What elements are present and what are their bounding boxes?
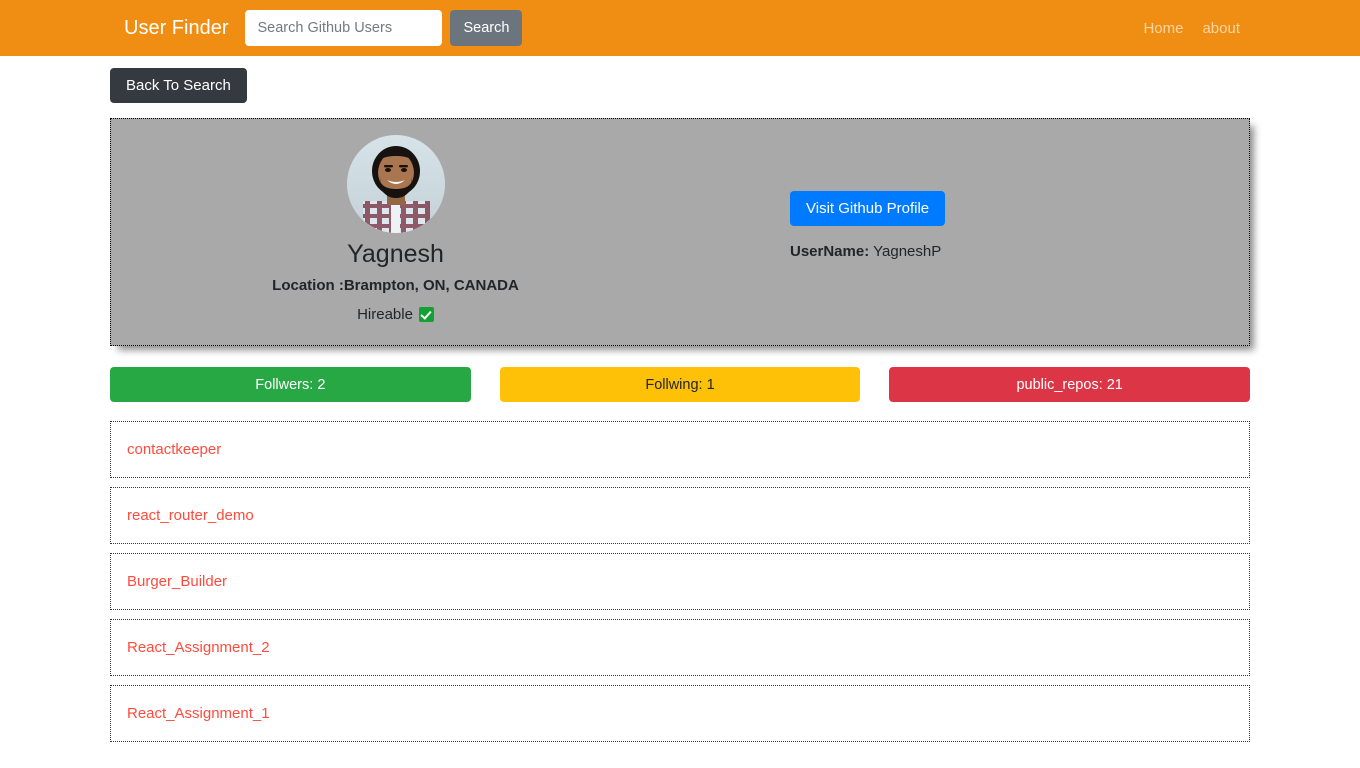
avatar-image bbox=[346, 135, 445, 233]
hireable-label: Hireable bbox=[357, 306, 413, 323]
stats-row: Follwers: 2 Follwing: 1 public_repos: 21 bbox=[110, 367, 1251, 402]
repo-card[interactable]: React_Assignment_2 bbox=[110, 619, 1250, 676]
repo-link[interactable]: Burger_Builder bbox=[127, 573, 227, 590]
repo-link[interactable]: React_Assignment_2 bbox=[127, 639, 270, 656]
profile-card: Yagnesh Location :Brampton, ON, CANADA H… bbox=[110, 118, 1250, 346]
profile-location: Location :Brampton, ON, CANADA bbox=[272, 277, 519, 294]
repo-link[interactable]: react_router_demo bbox=[127, 507, 254, 524]
nav-link-about[interactable]: about bbox=[1202, 20, 1240, 37]
visit-github-profile-button[interactable]: Visit Github Profile bbox=[790, 191, 946, 226]
repo-list: contactkeeper react_router_demo Burger_B… bbox=[110, 421, 1250, 742]
stat-followers: Follwers: 2 bbox=[110, 367, 471, 402]
nav-link-home[interactable]: Home bbox=[1143, 20, 1183, 37]
repo-link[interactable]: React_Assignment_1 bbox=[127, 705, 270, 722]
profile-details: Visit Github Profile UserName: YagneshP bbox=[680, 119, 1249, 345]
stat-following: Follwing: 1 bbox=[499, 367, 861, 402]
profile-name: Yagnesh bbox=[347, 240, 444, 268]
main-container: Back To Search Yagnesh Location:Brampto… bbox=[0, 56, 1360, 742]
nav-links: Home about bbox=[1143, 20, 1240, 37]
repo-card[interactable]: react_router_demo bbox=[110, 487, 1250, 544]
repo-card[interactable]: contactkeeper bbox=[110, 421, 1250, 478]
search-form: Search bbox=[245, 10, 523, 46]
username-label: UserName: bbox=[790, 243, 870, 260]
repo-card[interactable]: Burger_Builder bbox=[110, 553, 1250, 610]
hireable-row: Hireable bbox=[357, 306, 434, 323]
search-button[interactable]: Search bbox=[450, 10, 523, 46]
repo-link[interactable]: contactkeeper bbox=[127, 441, 221, 458]
back-to-search-button[interactable]: Back To Search bbox=[110, 68, 247, 103]
navbar: User Finder Search Home about bbox=[0, 0, 1360, 56]
profile-identity: Yagnesh Location :Brampton, ON, CANADA H… bbox=[111, 119, 680, 345]
app-brand: User Finder bbox=[124, 17, 229, 39]
username-value: YagneshP bbox=[873, 243, 942, 260]
green-check-badge-icon bbox=[418, 307, 434, 322]
username-row: UserName: YagneshP bbox=[790, 243, 1249, 260]
repo-card[interactable]: React_Assignment_1 bbox=[110, 685, 1250, 742]
stat-public-repos: public_repos: 21 bbox=[889, 367, 1251, 402]
search-input[interactable] bbox=[245, 10, 443, 46]
avatar bbox=[346, 135, 445, 233]
